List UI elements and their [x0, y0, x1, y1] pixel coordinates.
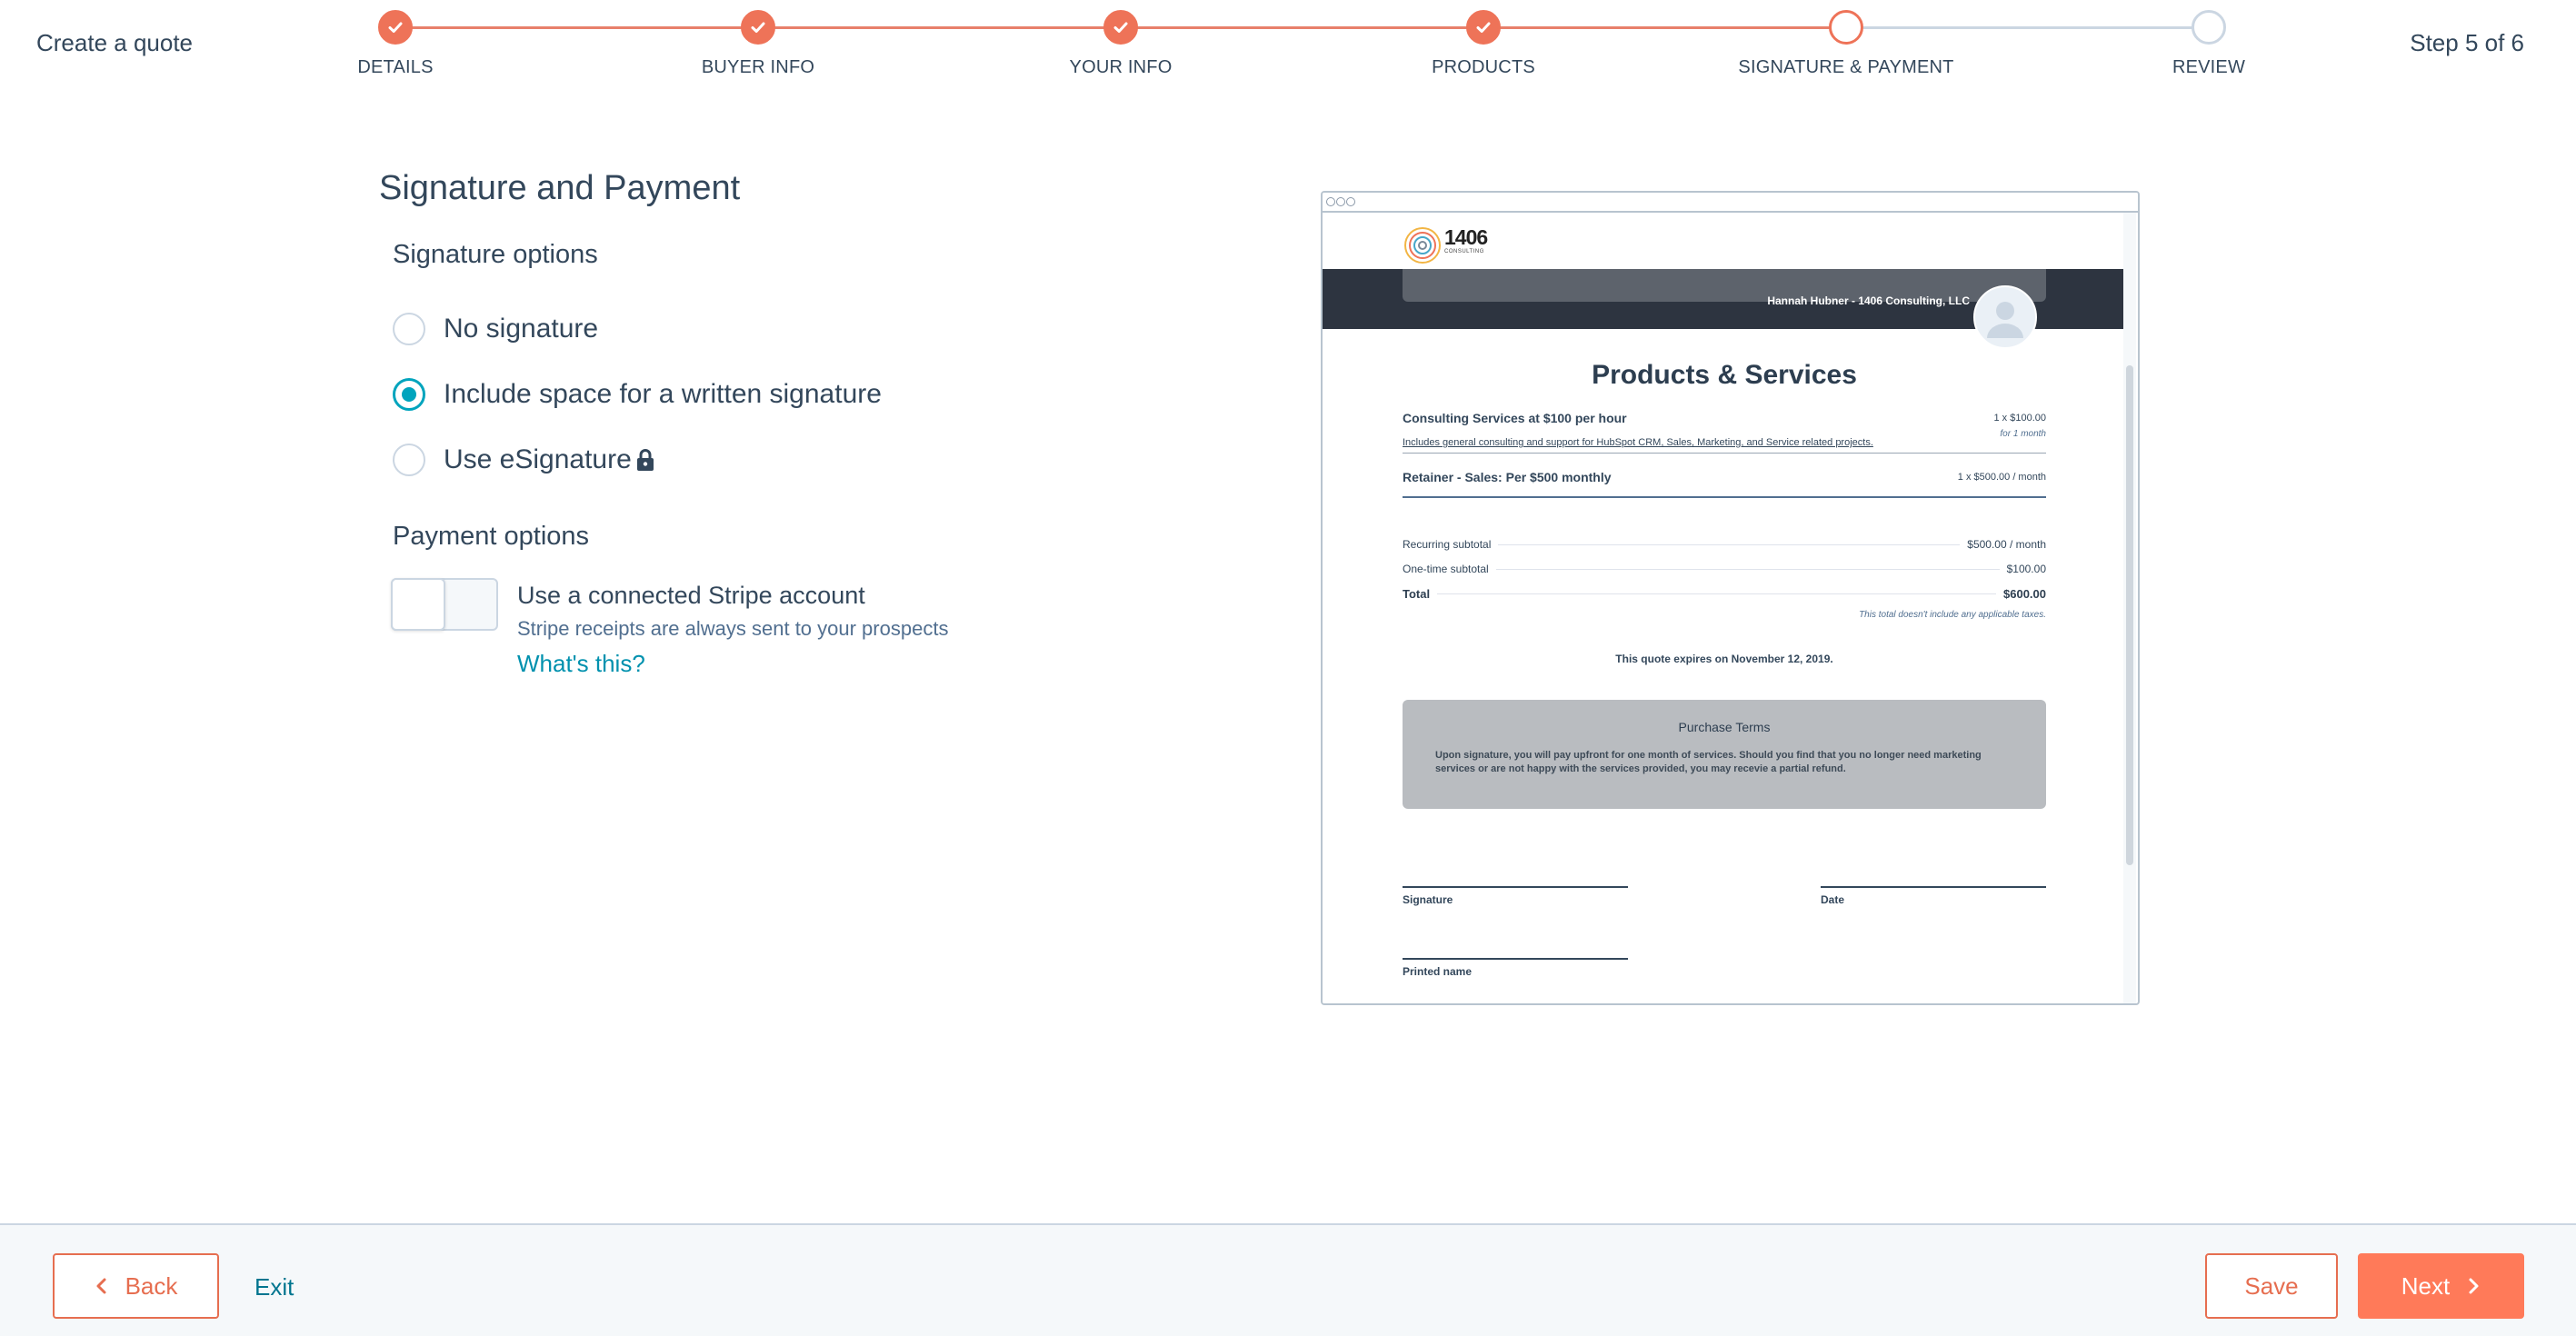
sender-name: Hannah Hubner - 1406 Consulting, LLC — [1767, 294, 1970, 307]
check-icon — [1103, 10, 1138, 45]
next-button-label: Next — [2401, 1271, 2451, 1300]
radio-button[interactable] — [393, 444, 425, 476]
signature-options-heading: Signature options — [393, 240, 598, 269]
progress-stepper: DETAILS BUYER INFO YOUR INFO PRODUCTS SI… — [357, 10, 2245, 81]
line-item: Consulting Services at $100 per hour 1 x… — [1403, 411, 2046, 454]
back-button[interactable]: Back — [53, 1253, 219, 1319]
products-services-title: Products & Services — [1592, 360, 1857, 390]
stripe-toggle[interactable] — [391, 578, 498, 631]
step-your-info[interactable]: YOUR INFO — [1070, 10, 1172, 77]
line-item-amount: 1 x $500.00 / month — [1957, 472, 2046, 483]
line-item-period: for 1 month — [2000, 429, 2046, 439]
divider — [1403, 496, 2046, 498]
window-dot-icon — [1326, 197, 1335, 206]
summary-leader — [1498, 543, 1961, 545]
radio-button-selected[interactable] — [393, 378, 425, 411]
radio-label: Include space for a written signature — [444, 379, 882, 409]
payment-options-heading: Payment options — [393, 522, 590, 551]
check-icon — [741, 10, 775, 45]
preview-scrollbar[interactable] — [2123, 213, 2136, 1003]
summary-recurring: Recurring subtotal $500.00 / month — [1403, 536, 2046, 553]
step-indicator: Step 5 of 6 — [2410, 29, 2524, 56]
summary-one-time: One-time subtotal $100.00 — [1403, 561, 2046, 577]
summary-value: $100.00 — [2006, 563, 2046, 575]
next-button[interactable]: Next — [2358, 1253, 2524, 1319]
radio-no-signature[interactable]: No signature — [393, 311, 598, 347]
printed-name-label: Printed name — [1403, 965, 1473, 978]
quote-expiration: This quote expires on November 12, 2019. — [1615, 653, 1833, 665]
step-details[interactable]: DETAILS — [357, 10, 433, 77]
summary-leader — [1495, 568, 2000, 570]
exit-link[interactable]: Exit — [255, 1273, 294, 1301]
summary-value: $600.00 — [2003, 586, 2046, 601]
line-item-name: Retainer - Sales: Per $500 monthly — [1403, 470, 1612, 484]
date-line — [1821, 886, 2046, 888]
step-signature-payment[interactable]: SIGNATURE & PAYMENT — [1738, 10, 1953, 77]
purchase-terms-box: Purchase Terms Upon signature, you will … — [1403, 700, 2046, 809]
user-avatar-icon — [1987, 302, 2023, 338]
chevron-right-icon — [2469, 1278, 2479, 1294]
window-dot-icon — [1346, 197, 1355, 206]
step-products[interactable]: PRODUCTS — [1432, 10, 1535, 77]
summary-value: $500.00 / month — [1967, 538, 2046, 551]
line-item: Retainer - Sales: Per $500 monthly 1 x $… — [1403, 470, 2046, 492]
stripe-toggle-label: Use a connected Stripe account — [517, 582, 865, 609]
logo-wordmark: 1406 — [1444, 225, 1488, 249]
terms-body: Upon signature, you will pay upfront for… — [1435, 750, 1982, 774]
step-review[interactable]: REVIEW — [2172, 10, 2245, 77]
summary-leader — [1437, 593, 1996, 594]
step-buyer-info[interactable]: BUYER INFO — [702, 10, 814, 77]
signature-label: Signature — [1403, 893, 1453, 906]
avatar — [1973, 285, 2037, 349]
radio-label: Use eSignature — [444, 444, 632, 474]
terms-title: Purchase Terms — [1678, 720, 1771, 734]
summary-label: Recurring subtotal — [1403, 538, 1492, 551]
page-title: Create a quote — [36, 29, 194, 56]
line-item-description: Includes general consulting and support … — [1403, 437, 1873, 448]
date-label: Date — [1821, 893, 1845, 906]
check-icon — [378, 10, 413, 45]
back-button-label: Back — [125, 1271, 178, 1300]
printed-name-line — [1403, 958, 1628, 960]
wizard-footer: Back Exit Save Next — [0, 1223, 2576, 1336]
summary-label: One-time subtotal — [1403, 563, 1489, 575]
current-step-circle — [1829, 10, 1863, 45]
window-dot-icon — [1336, 197, 1345, 206]
lock-icon — [634, 448, 656, 472]
logo-subtitle: CONSULTING — [1444, 249, 1484, 254]
quote-wizard-header: Create a quote DETAILS BUYER INFO YOUR I… — [0, 0, 2576, 100]
toggle-knob[interactable] — [391, 578, 445, 631]
whats-this-link[interactable]: What's this? — [517, 650, 645, 678]
line-item-amount: 1 x $100.00 — [1993, 413, 2047, 424]
check-icon — [1466, 10, 1501, 45]
save-button[interactable]: Save — [2205, 1253, 2338, 1319]
chevron-left-icon — [96, 1278, 106, 1294]
scrollbar-thumb[interactable] — [2126, 365, 2133, 865]
radio-button[interactable] — [393, 313, 425, 345]
quote-document: 1406 CONSULTING Hannah Hubner - 1406 Con… — [1323, 213, 2126, 1003]
summary-total: Total $600.00 — [1403, 585, 2046, 602]
preview-titlebar — [1323, 193, 2138, 213]
company-logo-icon — [1404, 227, 1441, 264]
divider — [1403, 453, 2046, 454]
stripe-help-text: Stripe receipts are always sent to your … — [517, 617, 949, 640]
radio-written-signature[interactable]: Include space for a written signature — [393, 376, 882, 413]
signature-line — [1403, 886, 1628, 888]
save-button-label: Save — [2244, 1271, 2299, 1300]
summary-label: Total — [1403, 586, 1431, 601]
radio-label: No signature — [444, 314, 599, 344]
quote-preview-window: 1406 CONSULTING Hannah Hubner - 1406 Con… — [1321, 191, 2140, 1005]
tax-note: This total doesn't include any applicabl… — [1859, 610, 2046, 620]
radio-esignature[interactable]: Use eSignature — [393, 442, 656, 478]
line-item-name: Consulting Services at $100 per hour — [1403, 411, 1627, 425]
stepper-track-remaining — [1846, 26, 2210, 29]
upcoming-step-circle — [2192, 10, 2226, 45]
step-label: REVIEW — [2172, 57, 2246, 77]
section-title: Signature and Payment — [379, 169, 741, 207]
